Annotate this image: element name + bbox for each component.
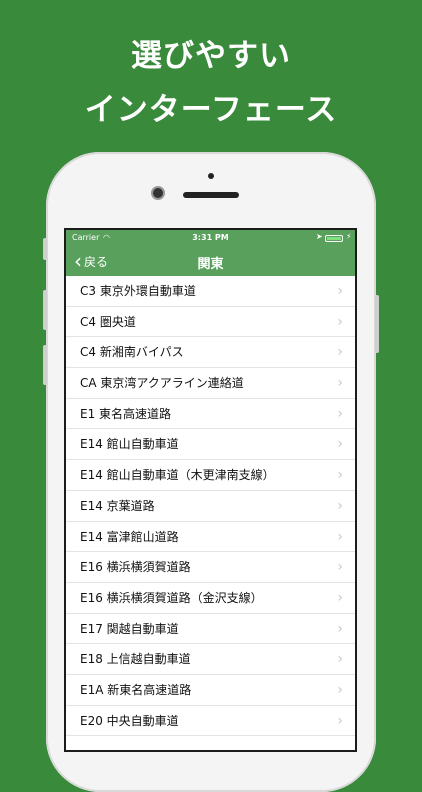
list-item-label: E20 中央自動車道 [80,713,179,728]
list-item-label: E14 富津館山道路 [80,529,179,544]
navigation-bar: Carrier ◠ 3:31 PM ➤ ⚡ ‹ 戻る 関東 [66,230,355,276]
list-item[interactable]: CA 東京湾アクアライン連絡道 › [66,368,355,399]
phone-power-button [375,295,379,353]
phone-volume-down-button [43,345,47,385]
charging-bolt-icon: ⚡ [346,232,352,241]
list-item[interactable]: E14 館山自動車道 › [66,429,355,461]
list-item[interactable]: E16 横浜横須賀道路 › [66,552,355,583]
chevron-right-icon: › [337,313,343,330]
list-item-label: C4 新湘南バイパス [80,345,184,360]
list-item[interactable]: E1 東名高速道路 › [66,399,355,430]
list-item-label: E14 館山自動車道（木更津南支線） [80,468,275,483]
chevron-right-icon: › [337,528,343,545]
chevron-right-icon: › [337,681,343,698]
nav-title: 関東 [197,257,224,272]
battery-icon [325,235,343,242]
list-item[interactable]: C4 新湘南バイパス › [66,337,355,369]
chevron-right-icon: › [337,405,343,422]
chevron-right-icon: › [337,589,343,606]
list-item[interactable]: C4 圏央道 › [66,307,355,338]
earpiece-speaker [183,192,239,198]
phone-side-button [43,238,47,260]
list-item[interactable]: E18 上信越自動車道 › [66,644,355,675]
list-item-label: E16 横浜横須賀道路 [80,560,191,575]
list-item-label: E14 京葉道路 [80,498,155,513]
list-item[interactable]: E20 中央自動車道 › [66,706,355,737]
list-item[interactable]: E17 関越自動車道 › [66,614,355,645]
front-camera [153,188,163,198]
chevron-right-icon: › [337,375,343,392]
chevron-right-icon: › [337,344,343,361]
list-item[interactable]: E1A 新東名高速道路 › [66,675,355,706]
list-item[interactable]: E14 京葉道路 › [66,491,355,522]
chevron-right-icon: › [337,436,343,453]
route-list: C3 東京外環自動車道 › C4 圏央道 › C4 新湘南バイパス › CA 東京湾ア… [66,276,355,737]
list-item-label: E17 関越自動車道 [80,621,179,636]
list-item[interactable]: C3 東京外環自動車道 › [66,276,355,307]
chevron-right-icon: › [337,467,343,484]
chevron-right-icon: › [337,497,343,514]
status-bar: Carrier ◠ 3:31 PM ➤ ⚡ [66,230,355,246]
headline-line-1: 選びやすい [131,38,291,74]
list-item-label: E16 横浜横須賀道路（金沢支線） [80,590,263,605]
list-item[interactable]: E14 館山自動車道（木更津南支線） › [66,460,355,491]
status-time: 3:31 PM [192,233,229,242]
list-item[interactable]: E16 横浜横須賀道路（金沢支線） › [66,583,355,614]
list-item-label: E18 上信越自動車道 [80,652,191,667]
chevron-right-icon: › [337,620,343,637]
list-item-label: C3 東京外環自動車道 [80,284,196,298]
chevron-right-icon: › [337,559,343,576]
list-item-label: E14 館山自動車道 [80,437,179,452]
list-item[interactable]: E14 富津館山道路 › [66,522,355,553]
list-item-label: C4 圏央道 [80,314,136,329]
proximity-sensor [208,173,214,179]
headline-line-2: インターフェース [84,92,338,128]
location-arrow-icon: ➤ [316,232,323,241]
app-screen: Carrier ◠ 3:31 PM ➤ ⚡ ‹ 戻る 関東 C3 東京外環自動車… [66,230,355,750]
chevron-right-icon: › [337,651,343,668]
list-item-label: CA 東京湾アクアライン連絡道 [80,376,244,391]
list-item-label: E1 東名高速道路 [80,406,172,421]
phone-volume-up-button [43,290,47,330]
list-item-label: E1A 新東名高速道路 [80,682,192,697]
chevron-right-icon: › [337,712,343,729]
chevron-right-icon: › [337,283,343,299]
